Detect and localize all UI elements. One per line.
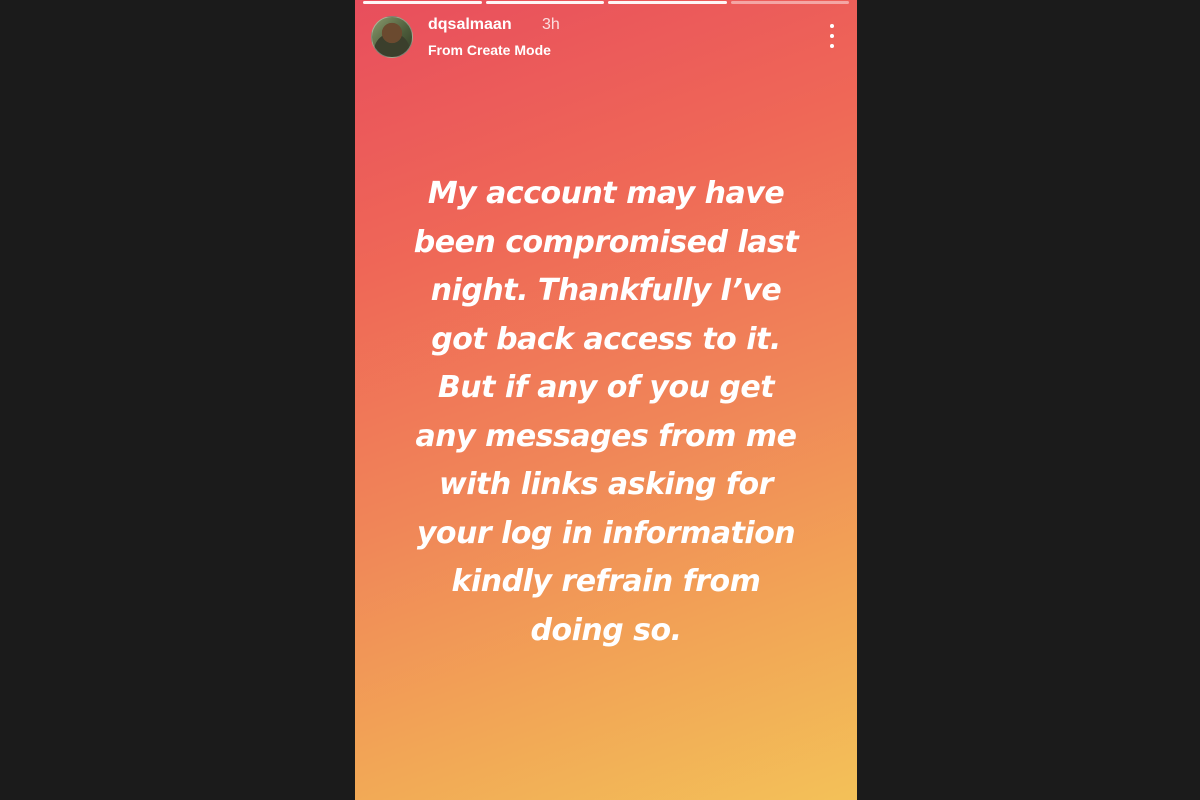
progress-segment: [730, 1, 849, 4]
menu-dot: [830, 44, 834, 48]
username-link[interactable]: dqsalmaan: [428, 16, 512, 34]
story-subtitle: From Create Mode: [428, 42, 551, 58]
message-line: doing so.: [530, 612, 682, 648]
story-header: dqsalmaan 3h From Create Mode: [369, 14, 843, 60]
story-progress-bar: [363, 1, 849, 4]
more-options-icon[interactable]: [827, 24, 837, 48]
story-card[interactable]: dqsalmaan 3h From Create Mode My account…: [355, 0, 857, 800]
story-timestamp: 3h: [542, 16, 560, 33]
message-line: been compromised last: [413, 224, 799, 260]
message-line: with links asking for: [439, 467, 773, 502]
progress-segment: [485, 1, 604, 4]
message-line: got back access to it.: [431, 321, 781, 357]
menu-dot: [830, 24, 834, 28]
message-line: My account may have: [427, 176, 785, 211]
story-message-text: My account may have been compromised las…: [375, 170, 837, 655]
message-line: kindly refrain from: [451, 564, 761, 599]
message-line: your log in information: [416, 515, 796, 551]
viewer-background: dqsalmaan 3h From Create Mode My account…: [0, 0, 1200, 800]
menu-dot: [830, 34, 834, 38]
avatar[interactable]: [371, 16, 413, 58]
message-line: But if any of you get: [437, 370, 775, 405]
progress-segment: [363, 1, 482, 4]
progress-segment: [608, 1, 727, 4]
message-line: any messages from me: [415, 418, 797, 454]
message-line: night. Thankfully I’ve: [430, 273, 782, 308]
